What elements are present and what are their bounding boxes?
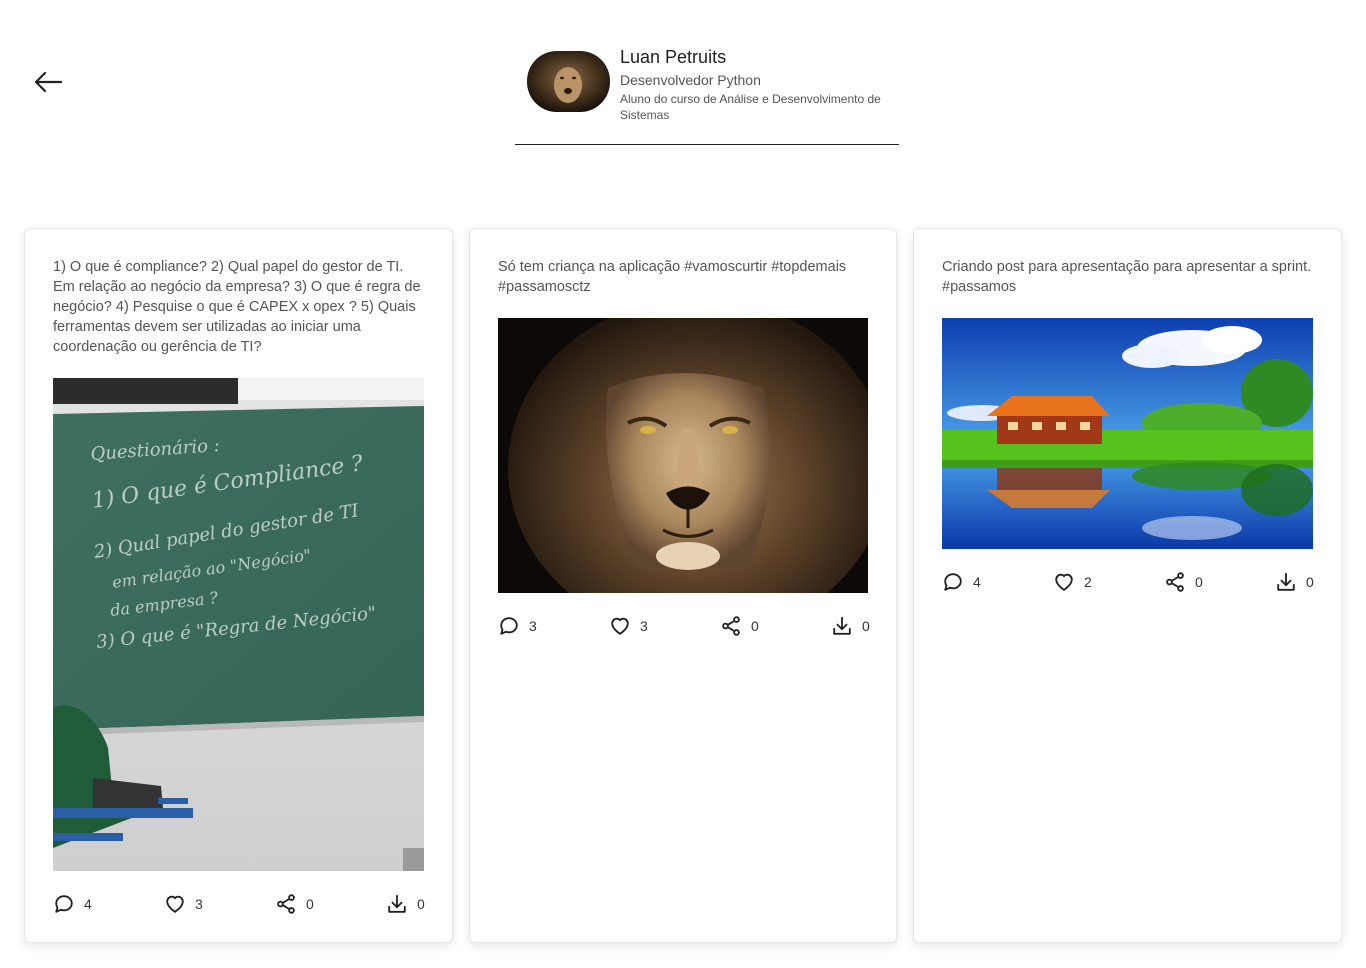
- comment-icon: [55, 895, 73, 913]
- share-count: 0: [1195, 574, 1203, 590]
- arrow-left-icon: [34, 71, 63, 93]
- download-icon: [833, 616, 851, 635]
- post-text: Criando post para apresentação para apre…: [942, 259, 1312, 295]
- heart-icon: [1055, 573, 1073, 591]
- share-button[interactable]: 0: [275, 891, 386, 917]
- share-icon: [722, 616, 740, 636]
- share-button[interactable]: 0: [1164, 569, 1275, 595]
- heart-icon: [166, 895, 184, 913]
- download-count: 0: [417, 896, 425, 912]
- post-image[interactable]: [498, 318, 868, 593]
- classroom-chalkboard-image: Questionário : 1) O que é Compliance ? 2…: [53, 378, 424, 871]
- profile-header: Luan Petruits Desenvolvedor Python Aluno…: [515, 44, 899, 145]
- download-count: 0: [1306, 574, 1314, 590]
- comment-button[interactable]: 4: [53, 891, 164, 917]
- comment-button[interactable]: 4: [942, 569, 1053, 595]
- post-image[interactable]: [942, 318, 1313, 549]
- profile-role: Desenvolvedor Python: [620, 72, 761, 88]
- like-button[interactable]: 3: [609, 613, 720, 639]
- download-icon: [1277, 572, 1295, 591]
- house-lake-image: [942, 318, 1313, 549]
- comment-count: 4: [84, 896, 92, 912]
- avatar: [527, 51, 610, 112]
- download-count: 0: [862, 618, 870, 634]
- profile-name: Luan Petruits: [620, 47, 727, 67]
- post-card: Só tem criança na aplicação #vamoscurtir…: [469, 228, 897, 943]
- like-button[interactable]: 3: [164, 891, 275, 917]
- download-icon: [388, 894, 406, 913]
- like-count: 3: [640, 618, 648, 634]
- like-count: 2: [1084, 574, 1092, 590]
- comment-icon: [500, 617, 518, 635]
- heart-icon: [611, 617, 629, 635]
- post-card: Criando post para apresentação para apre…: [913, 228, 1342, 943]
- post-text: Só tem criança na aplicação #vamoscurtir…: [498, 259, 847, 295]
- share-button[interactable]: 0: [720, 613, 831, 639]
- share-icon: [1166, 572, 1184, 592]
- comment-count: 4: [973, 574, 981, 590]
- back-button[interactable]: [30, 66, 66, 98]
- share-icon: [277, 894, 295, 914]
- share-count: 0: [751, 618, 759, 634]
- post-actions: 4 3 0 0: [53, 891, 497, 917]
- post-actions: 4 2 0 0: [942, 569, 1366, 595]
- comment-count: 3: [529, 618, 537, 634]
- post-card: 1) O que é compliance? 2) Qual papel do …: [24, 228, 453, 943]
- like-count: 3: [195, 896, 203, 912]
- comment-icon: [944, 573, 962, 591]
- download-button[interactable]: 0: [1275, 569, 1366, 595]
- profile-description: Aluno do curso de Análise e Desenvolvime…: [620, 92, 881, 122]
- post-text: 1) O que é compliance? 2) Qual papel do …: [53, 259, 421, 355]
- share-count: 0: [306, 896, 314, 912]
- post-image[interactable]: Questionário : 1) O que é Compliance ? 2…: [53, 378, 424, 871]
- post-actions: 3 3 0 0: [498, 613, 942, 639]
- lion-face-image: [498, 318, 868, 593]
- comment-button[interactable]: 3: [498, 613, 609, 639]
- like-button[interactable]: 2: [1053, 569, 1164, 595]
